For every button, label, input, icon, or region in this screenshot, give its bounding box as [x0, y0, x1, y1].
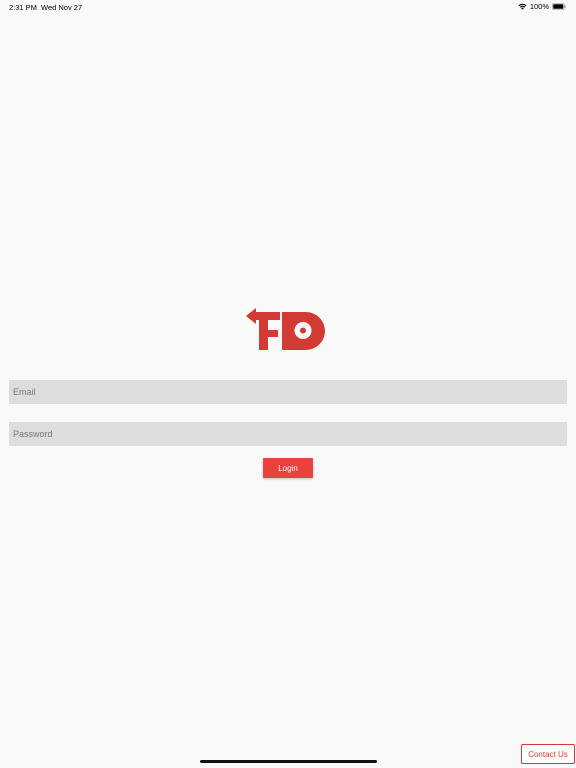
- login-button[interactable]: Login: [263, 458, 313, 478]
- contact-us-button[interactable]: Contact Us: [521, 744, 575, 764]
- password-input[interactable]: [9, 422, 567, 446]
- status-date: Wed Nov 27: [41, 3, 83, 12]
- wifi-icon: [518, 3, 527, 10]
- status-right: 100%: [518, 2, 566, 11]
- home-indicator: [200, 760, 377, 763]
- battery-percentage: 100%: [529, 2, 549, 11]
- email-input[interactable]: [9, 380, 567, 404]
- status-bar: 2:31 PM Wed Nov 27 100%: [0, 0, 576, 14]
- battery-icon: [552, 3, 566, 10]
- fd-logo: [246, 308, 325, 350]
- status-time: 2:31 PM: [9, 3, 37, 12]
